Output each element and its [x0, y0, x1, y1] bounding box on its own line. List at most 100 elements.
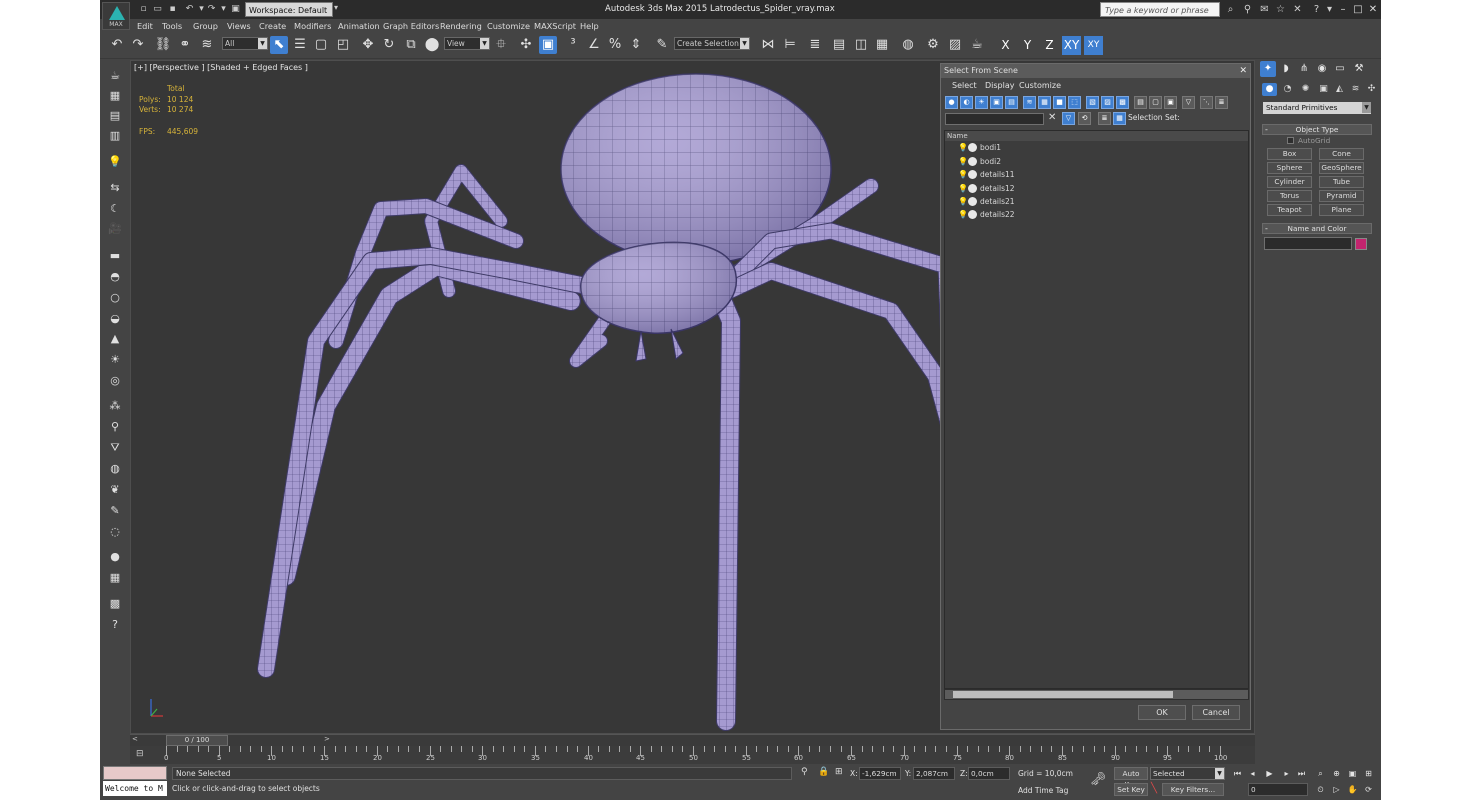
isolate-selection-icon[interactable]: ⚲ [801, 767, 808, 777]
slider-right-arrow-icon[interactable]: > [324, 735, 330, 743]
open-file-icon[interactable]: ▭ [152, 3, 163, 15]
geometry-category-icon[interactable]: ● [1262, 83, 1277, 96]
scrollbar-thumb[interactable] [953, 691, 1173, 698]
layer-manager-icon[interactable]: ≣ [806, 36, 824, 54]
graphite-ribbon-icon[interactable]: ▤ [830, 36, 848, 54]
favorites-icon[interactable]: ☆ [1274, 3, 1287, 16]
tube-button[interactable]: Tube [1319, 176, 1364, 188]
cameras-category-icon[interactable]: ▣ [1316, 83, 1331, 96]
selection-lock-icon[interactable]: 🔒 [818, 767, 829, 777]
edit-named-selection-icon[interactable]: ✎ [653, 36, 671, 54]
dialog-menu-customize[interactable]: Customize [1019, 80, 1061, 92]
material-editor-icon[interactable]: ◍ [899, 36, 917, 54]
object-list-icon[interactable]: ▥ [107, 128, 123, 144]
go-to-start-icon[interactable]: ⏮ [1231, 767, 1244, 780]
tab-modify[interactable]: ◗ [1278, 61, 1294, 77]
biped-icon[interactable]: ⛛ [107, 440, 123, 456]
absolute-mode-icon[interactable]: ⊞ [835, 767, 843, 777]
clear-search-icon[interactable]: ✕ [1048, 112, 1056, 123]
tab-display[interactable]: ▭ [1332, 61, 1348, 77]
bind-to-space-warp-icon[interactable]: ≋ [198, 36, 216, 54]
z-coordinate-field[interactable]: 0,0cm [968, 767, 1010, 780]
rectangular-selection-icon[interactable]: ▢ [312, 36, 330, 54]
spacewarps-category-icon[interactable]: ≋ [1348, 83, 1363, 96]
object-name-input[interactable] [1264, 237, 1352, 250]
named-selection-sets-dropdown[interactable]: Create Selection Se ▼ [674, 37, 750, 50]
select-and-link-icon[interactable]: ⛓ [154, 36, 172, 54]
find-field[interactable] [945, 113, 1044, 125]
zoom-extents-all-icon[interactable]: ⊞ [1362, 767, 1375, 780]
pan-view-icon[interactable]: ✋ [1346, 783, 1359, 796]
next-frame-icon[interactable]: ▸ [1280, 767, 1293, 780]
teapot-primitive-icon[interactable]: ◒ [107, 311, 123, 327]
object-color-swatch[interactable] [1355, 238, 1367, 250]
axis-xy-button[interactable]: XY [1062, 36, 1081, 55]
layer-explorer-icon[interactable]: ▤ [107, 108, 123, 124]
tab-hierarchy[interactable]: ⋔ [1296, 61, 1312, 77]
tab-create[interactable]: ✦ [1260, 61, 1276, 77]
light-bulb-icon[interactable]: 💡 [958, 141, 968, 154]
sphere-primitive-icon[interactable]: ○ [107, 290, 123, 306]
select-none-icon[interactable]: ▢ [1149, 96, 1162, 109]
foliage-icon[interactable]: ❦ [107, 482, 123, 498]
filter-shapes-icon[interactable]: ◐ [960, 96, 973, 109]
sync-selection-icon[interactable]: ⟲ [1078, 112, 1091, 125]
filter-groups-icon[interactable]: ▦ [1038, 96, 1051, 109]
maxscript-mini-listener[interactable]: Welcome to M [103, 781, 167, 796]
cylinder-button[interactable]: Cylinder [1267, 176, 1312, 188]
shapes-category-icon[interactable]: ◔ [1280, 83, 1295, 96]
key-filter-icon[interactable]: ╲ [1151, 783, 1157, 794]
scene-explorer-icon[interactable]: ▦ [107, 88, 123, 104]
menu-rendering[interactable]: Rendering [440, 19, 482, 33]
time-slider[interactable]: < 0 / 100 > [130, 734, 1255, 746]
filter-spacewarps-icon[interactable]: ≋ [1023, 96, 1036, 109]
redo-dropdown-icon[interactable]: ▾ [218, 3, 229, 15]
layers-icon[interactable]: ≣ [1098, 112, 1111, 125]
box-button[interactable]: Box [1267, 148, 1312, 160]
light-bulb-icon[interactable]: 💡 [958, 168, 968, 181]
pivot-center-icon[interactable]: ⯐ [492, 36, 510, 54]
list-item[interactable]: 💡 details12 [945, 182, 1248, 195]
select-and-move-icon[interactable]: ✥ [359, 36, 377, 54]
current-frame-field[interactable]: 0 [1248, 783, 1308, 796]
teapot-button[interactable]: Teapot [1267, 204, 1312, 216]
add-time-tag[interactable]: Add Time Tag [1018, 786, 1068, 795]
plane-button[interactable]: Plane [1319, 204, 1364, 216]
close-button[interactable]: ✕ [1365, 2, 1381, 17]
layer-view-icon[interactable]: ≣ [1215, 96, 1228, 109]
key-mode-dropdown[interactable]: Selected ▼ [1150, 767, 1225, 780]
redo-icon[interactable]: ↷ [206, 3, 217, 15]
box-primitive-icon[interactable]: ▬ [107, 248, 123, 264]
moon-icon[interactable]: ☾ [107, 201, 123, 217]
go-to-end-icon[interactable]: ⏭ [1295, 767, 1308, 780]
orbit-icon[interactable]: ⟳ [1362, 783, 1375, 796]
help-icon[interactable]: ? [1310, 3, 1323, 16]
cancel-button[interactable]: Cancel [1192, 705, 1240, 720]
select-by-name-icon[interactable]: ☰ [291, 36, 309, 54]
dialog-menu-select[interactable]: Select [952, 80, 977, 92]
axis-xy-cycle-button[interactable]: XY [1084, 36, 1103, 55]
selection-filter-dropdown[interactable]: All ▼ [222, 37, 268, 50]
shell-icon[interactable]: ◌ [107, 524, 123, 540]
menu-views[interactable]: Views [227, 19, 251, 33]
application-menu-button[interactable]: MAX [102, 2, 130, 30]
list-item[interactable]: 💡 details22 [945, 208, 1248, 221]
keyboard-shortcut-override-icon[interactable]: ▣ [539, 36, 557, 54]
light-bulb-icon[interactable]: 💡 [958, 155, 968, 168]
key-filters-button[interactable]: Key Filters... [1162, 783, 1224, 796]
help-circle-icon[interactable]: ? [107, 617, 123, 633]
angle-snap-icon[interactable]: ∠ [585, 36, 603, 54]
menu-tools[interactable]: Tools [162, 19, 182, 33]
unlink-selection-icon[interactable]: ⚭ [176, 36, 194, 54]
workspace-selector[interactable]: Workspace: Default [245, 2, 333, 17]
list-item[interactable]: 💡 details21 [945, 195, 1248, 208]
align-icon[interactable]: ⊨ [781, 36, 799, 54]
filter-xrefs-icon[interactable]: ■ [1053, 96, 1066, 109]
rendered-frame-window-icon[interactable]: ▨ [946, 36, 964, 54]
filter-frozen-icon[interactable]: ▨ [1101, 96, 1114, 109]
primitive-category-dropdown[interactable]: Standard Primitives ▼ [1263, 102, 1371, 114]
zoom-icon[interactable]: ⌕ [1314, 767, 1327, 780]
render-production-icon[interactable]: ☕ [968, 36, 986, 54]
auto-key-button[interactable]: Auto Key [1114, 767, 1148, 789]
maximize-button[interactable]: □ [1350, 2, 1366, 17]
